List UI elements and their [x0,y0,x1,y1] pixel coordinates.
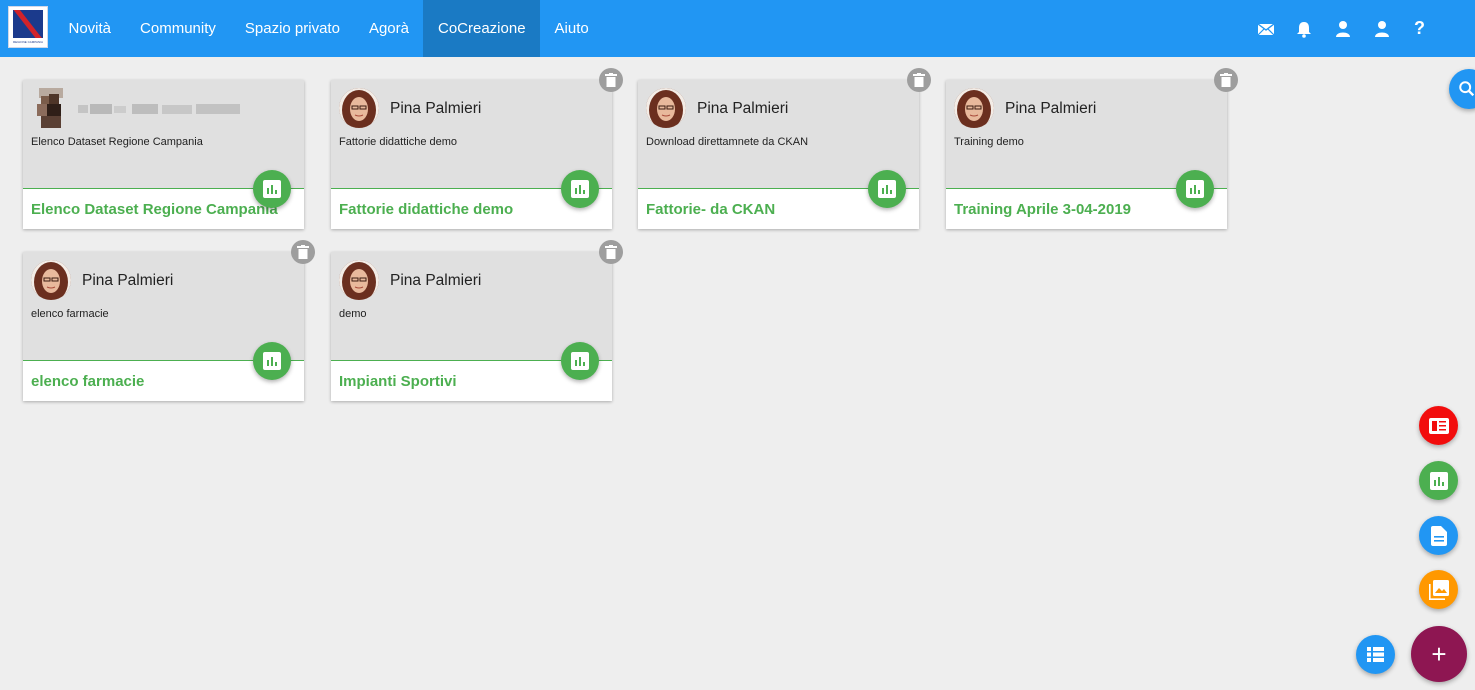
dataset-card[interactable]: Pina Palmieri demo Impianti Sportivi [331,252,612,401]
delete-button[interactable] [907,68,931,92]
help-icon[interactable]: ? [1414,18,1425,39]
avatar [646,88,686,128]
trash-icon [1220,73,1232,87]
trash-icon [605,73,617,87]
add-button[interactable]: + [1411,626,1467,682]
author-name: Pina Palmieri [1005,100,1097,117]
author-name: Pina Palmieri [390,272,482,289]
card-title[interactable]: elenco farmacie [31,373,144,390]
dataset-card[interactable]: Pina Palmieri Fattorie didattiche demo F… [331,80,612,229]
card-title[interactable]: Fattorie didattiche demo [339,201,513,218]
trash-icon [913,73,925,87]
dataset-card[interactable]: Elenco Dataset Regione Campania Elenco D… [23,80,304,229]
chart-button[interactable] [561,170,599,208]
dataset-card[interactable]: Pina Palmieri elenco farmacie elenco far… [23,252,304,401]
card-description: Training demo [954,136,1024,148]
list-view-button[interactable] [1356,635,1395,674]
delete-button[interactable] [291,240,315,264]
chart-icon [571,180,589,198]
delete-button[interactable] [599,240,623,264]
search-icon [1459,81,1475,97]
chart-button[interactable] [253,342,291,380]
nav-community[interactable]: Community [126,0,231,57]
main-nav: Novità Community Spazio privato Agorà Co… [54,0,603,57]
top-navbar: REGIONE CAMPANIA Novità Community Spazio… [0,0,1475,57]
trash-icon [297,245,309,259]
chart-icon [263,352,281,370]
card-description: Fattorie didattiche demo [339,136,458,148]
chart-button[interactable] [868,170,906,208]
new-chart-button[interactable] [1419,461,1458,500]
news-icon [1429,418,1449,434]
card-title[interactable]: Elenco Dataset Regione Campania [31,201,278,218]
dataset-card[interactable]: Pina Palmieri Download direttamnete da C… [638,80,919,229]
nav-agora[interactable]: Agorà [354,0,423,57]
card-title[interactable]: Training Aprile 3-04-2019 [954,201,1131,218]
logo-text: REGIONE CAMPANIA [12,40,44,44]
card-description: elenco farmacie [31,308,109,320]
avatar [31,88,71,128]
new-news-button[interactable] [1419,406,1458,445]
nav-cocreazione[interactable]: CoCreazione [423,0,541,57]
nav-aiuto[interactable]: Aiuto [540,0,603,57]
avatar [339,260,379,300]
image-icon [1429,580,1449,600]
regione-campania-logo[interactable]: REGIONE CAMPANIA [8,6,48,48]
dataset-card[interactable]: Pina Palmieri Training demo Training Apr… [946,80,1227,229]
new-document-button[interactable] [1419,516,1458,555]
new-image-button[interactable] [1419,570,1458,609]
card-title[interactable]: Fattorie- da CKAN [646,201,775,218]
card-description: Download direttamnete da CKAN [646,136,809,148]
chart-icon [1186,180,1204,198]
logo-emblem [13,10,43,38]
nav-novita[interactable]: Novità [54,0,126,57]
card-title[interactable]: Impianti Sportivi [339,373,457,390]
mail-icon[interactable] [1257,20,1275,38]
chart-icon [571,352,589,370]
chart-icon [1430,472,1448,490]
avatar [339,88,379,128]
user-icon[interactable] [1373,20,1391,38]
author-name-blurred [78,102,243,114]
nav-spazio-privato[interactable]: Spazio privato [230,0,354,57]
chart-button[interactable] [253,170,291,208]
trash-icon [605,245,617,259]
delete-button[interactable] [599,68,623,92]
chart-button[interactable] [561,342,599,380]
card-description: Elenco Dataset Regione Campania [31,136,203,148]
author-name: Pina Palmieri [697,100,789,117]
chart-icon [878,180,896,198]
author-name: Pina Palmieri [390,100,482,117]
user-icon[interactable] [1334,20,1352,38]
search-button[interactable] [1449,69,1475,109]
chart-icon [263,180,281,198]
list-icon [1367,647,1384,662]
chart-button[interactable] [1176,170,1214,208]
card-description: demo [339,308,367,320]
author-name: Pina Palmieri [82,272,174,289]
document-icon [1431,526,1447,546]
delete-button[interactable] [1214,68,1238,92]
bell-icon[interactable] [1295,20,1313,38]
plus-icon: + [1431,639,1447,669]
avatar [31,260,71,300]
avatar [954,88,994,128]
